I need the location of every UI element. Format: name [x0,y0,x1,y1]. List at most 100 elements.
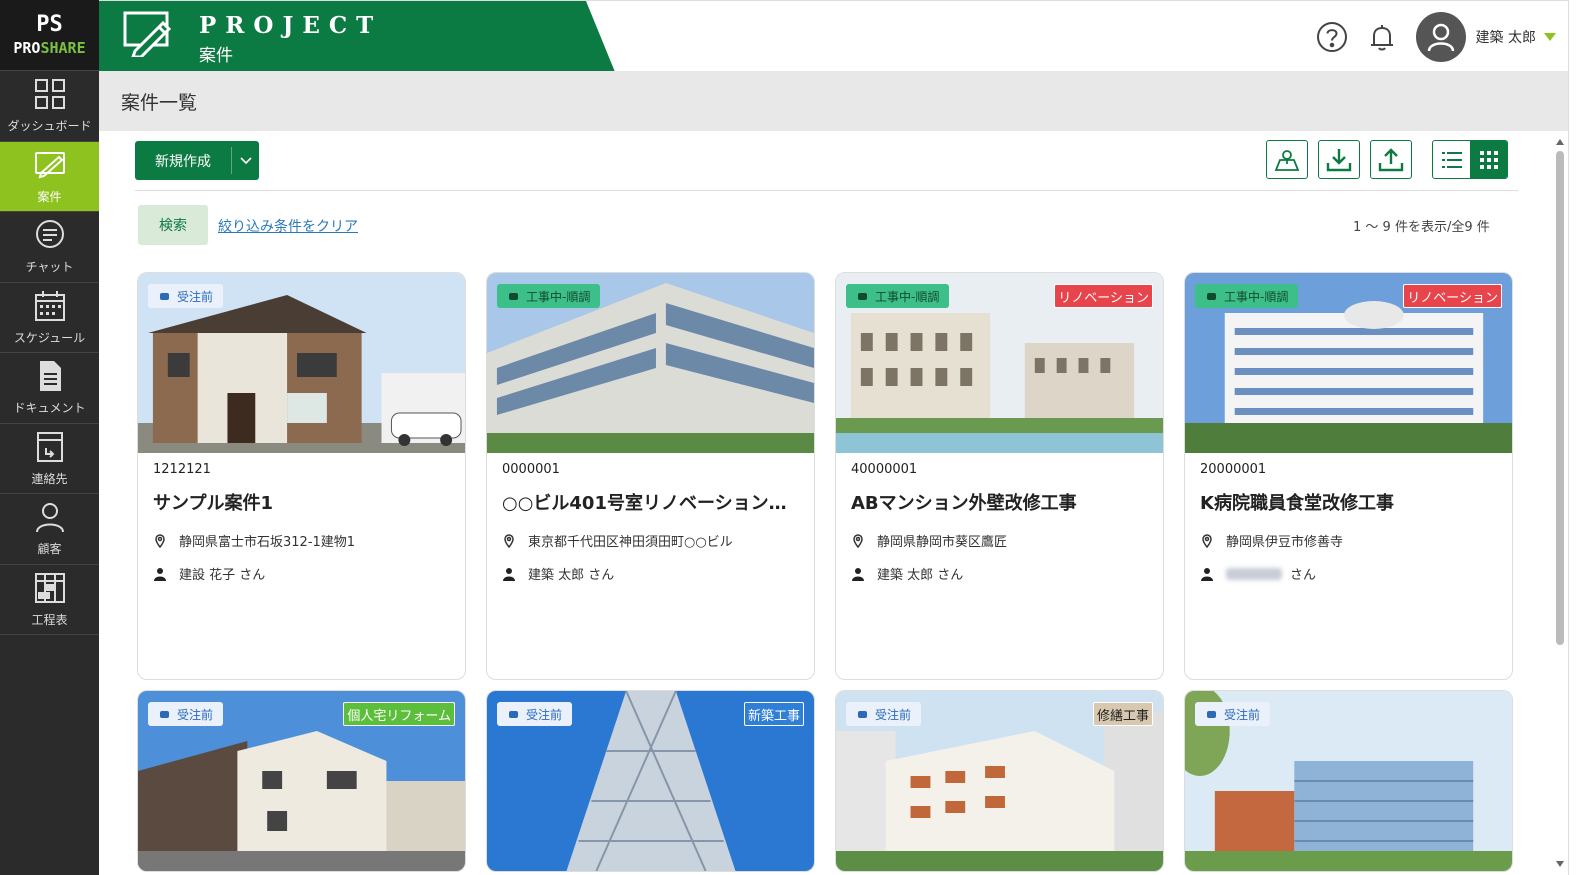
download-button[interactable] [1318,140,1360,179]
new-project-label: 新規作成 [155,153,211,170]
status-text: 工事中-順調 [526,289,591,304]
sidebar-item-label: ドキュメント [13,401,86,416]
map-button[interactable] [1266,140,1308,179]
logo-text: PROSHARE [13,39,85,57]
project-banner: PROJECT 案件 [99,1,615,72]
list-view-button[interactable] [1433,141,1470,178]
scroll-up-arrow[interactable] [1556,139,1564,145]
document-icon [39,361,61,392]
clear-filters-link[interactable]: 絞り込み条件をクリア [218,216,358,236]
window-edge [1568,0,1576,875]
logo-text-share: SHARE [40,38,86,57]
project-address: 東京都千代田区神田須田町○○ビル [528,535,733,550]
scroll-thumb[interactable] [1556,151,1564,645]
project-image: 受注前 修繕工事 [836,691,1163,871]
app-logo[interactable]: PS PROSHARE [0,0,99,71]
project-title: ABマンション外壁改修工事 [851,493,1077,514]
project-title: サンプル案件1 [153,493,273,514]
sidebar-item-projects[interactable]: 案件 [0,141,99,212]
top-header: PROJECT 案件 建築 太郎 [99,0,1576,72]
person-row: 建設 花子 さん [153,564,450,583]
type-badge: リノベーション [1054,284,1153,308]
sidebar-item-label: 案件 [37,189,62,204]
grid-icon [1479,150,1498,169]
sidebar-item-contacts[interactable]: 連絡先 [0,424,99,494]
sidebar-item-dashboard[interactable]: ダッシュボード [0,71,99,142]
sidebar-item-documents[interactable]: ドキュメント [0,353,99,424]
avatar[interactable] [1415,11,1466,62]
person-icon [1201,567,1213,581]
project-card[interactable]: 受注前 新築工事 [486,690,815,872]
chevron-down-icon[interactable] [1544,32,1556,41]
sidebar-item-label: ダッシュボード [7,119,92,134]
bell-icon[interactable] [1366,21,1398,53]
dashboard-icon [34,79,65,110]
logo-mark: PS [36,11,63,37]
help-icon[interactable] [1316,21,1348,53]
person-row: 建築 太郎 さん [851,564,1148,583]
project-card[interactable]: 受注前 修繕工事 [835,690,1164,872]
ruler-pencil-icon [123,11,172,57]
banner-subtitle: 案件 [199,46,233,66]
result-count: 1 ～ 9 件を表示/全9 件 [1353,220,1490,235]
type-badge: 修繕工事 [1092,702,1153,726]
address-row: 東京都千代田区神田須田町○○ビル [502,531,799,550]
main-scrollbar[interactable] [1553,131,1568,875]
address-row: 静岡県静岡市葵区鷹匠 [851,531,1148,550]
address-row: 静岡県富士市石坂312-1建物1 [153,531,450,550]
sidebar-item-customers[interactable]: 顧客 [0,494,99,565]
page-title: 案件一覧 [121,92,198,114]
location-pin-icon [1202,533,1212,548]
location-pin-icon [853,533,863,548]
sidebar-item-chat[interactable]: チャット [0,212,99,283]
project-person: 建設 花子 さん [179,568,266,583]
map-pin-icon [1274,149,1300,171]
grid-view-button[interactable] [1470,141,1507,178]
download-icon [1326,148,1352,171]
banner-title: PROJECT [199,12,383,39]
sidebar-item-label: 顧客 [37,542,62,557]
tag-icon [160,710,169,718]
type-badge: 新築工事 [743,702,804,726]
project-card[interactable]: 工事中-順調 リノベーション 40000001 ABマンション外壁改修工事 静岡… [835,272,1164,680]
chat-icon [35,220,64,249]
project-code: 1212121 [153,462,211,477]
project-card[interactable]: 工事中-順調 0000001 ○○ビル401号室リノベーション… 東京都千代田区… [486,272,815,680]
search-button[interactable]: 検索 [138,205,208,245]
project-person: さん [1290,568,1317,583]
address-row: 静岡県伊豆市修善寺 [1200,531,1497,550]
project-code: 20000001 [1200,462,1267,477]
status-badge: 工事中-順調 [1195,284,1299,308]
project-title: K病院職員食堂改修工事 [1200,493,1394,514]
status-text: 受注前 [1224,707,1261,722]
person-row: 建築 太郎 さん [502,564,799,583]
page-title-bar: 案件一覧 [99,71,1568,131]
toolbar: 新規作成 [99,131,1554,192]
scroll-down-arrow[interactable] [1556,861,1564,867]
project-card[interactable]: 受注前 [1184,690,1513,872]
project-image: 受注前 [1185,691,1512,871]
person-row: さん [1200,564,1497,583]
project-image: 工事中-順調 リノベーション [1185,273,1512,453]
user-name[interactable]: 建築 太郎 [1476,27,1536,47]
sidebar-item-label: チャット [25,260,74,275]
card-body: 20000001 K病院職員食堂改修工事 静岡県伊豆市修善寺 さん [1185,462,1512,679]
new-project-dropdown[interactable] [232,156,259,165]
status-badge: 受注前 [148,284,224,308]
project-card[interactable]: 受注前 1212121 サンプル案件1 静岡県富士市石坂312-1建物1 建設 … [137,272,466,680]
project-card[interactable]: 工事中-順調 リノベーション 20000001 K病院職員食堂改修工事 静岡県伊… [1184,272,1513,680]
sidebar-item-label: 工程表 [31,612,68,627]
project-card[interactable]: 受注前 個人宅リフォーム [137,690,466,872]
status-text: 工事中-順調 [1224,289,1289,304]
new-project-button[interactable]: 新規作成 [135,141,259,180]
sidebar-item-label: スケジュール [13,330,86,345]
status-badge: 受注前 [148,702,224,726]
sidebar-item-gantt[interactable]: 工程表 [0,565,99,635]
upload-button[interactable] [1370,140,1412,179]
user-icon [1427,23,1454,51]
status-badge: 受注前 [846,702,922,726]
tag-icon [509,292,518,300]
type-badge: リノベーション [1403,284,1502,308]
sidebar-item-schedule[interactable]: スケジュール [0,283,99,353]
list-icon [1441,151,1462,168]
